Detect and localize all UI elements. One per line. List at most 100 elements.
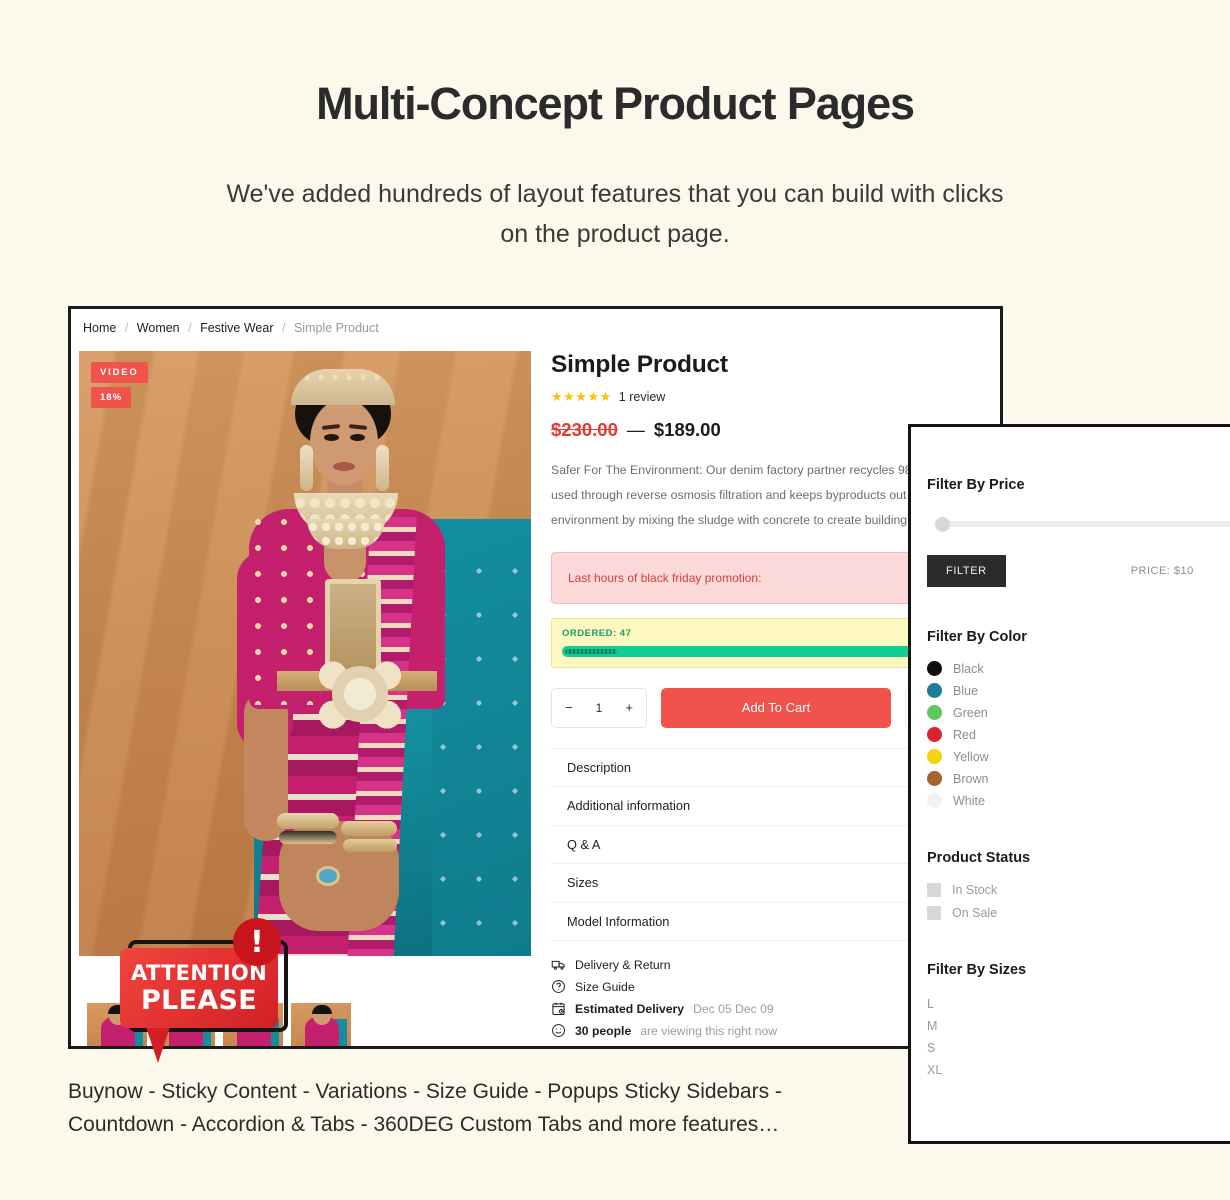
color-label: White <box>953 793 985 808</box>
filter-sizes-heading: Filter By Sizes <box>927 962 1027 978</box>
model-bangle <box>279 831 337 844</box>
price-dash: — <box>626 419 645 440</box>
estimated-delivery-value: Dec 05 Dec 09 <box>693 1001 774 1016</box>
color-swatch-icon <box>927 771 942 786</box>
add-to-cart-button[interactable]: Add To Cart <box>661 687 891 728</box>
price-sale: $189.00 <box>653 419 721 440</box>
price-filter-actions: FILTER PRICE: $10 <box>927 555 1230 587</box>
color-option-white[interactable]: White <box>927 793 1230 808</box>
model-earring-left <box>300 445 313 491</box>
color-swatch-icon <box>927 793 942 808</box>
checkbox-icon[interactable] <box>927 906 941 920</box>
star-rating-icon: ★★★★★ <box>551 389 612 404</box>
product-rating: ★★★★★ 1 review <box>551 389 996 405</box>
color-swatch-icon <box>927 661 942 676</box>
color-option-list: Black Blue Green Red Yellow Brown White <box>927 661 1230 808</box>
price-range-slider[interactable] <box>927 517 1230 532</box>
size-option-l[interactable]: L <box>927 994 1230 1016</box>
filter-status-section: Product Status In Stock On Sale <box>927 850 1230 920</box>
product-main-image[interactable]: VIDEO 18% <box>79 351 531 956</box>
color-option-red[interactable]: Red <box>927 727 1230 742</box>
color-swatch-icon <box>927 727 942 742</box>
question-circle-icon <box>551 979 566 994</box>
breadcrumb: Home / Women / Festive Wear / Simple Pro… <box>83 321 379 335</box>
color-option-black[interactable]: Black <box>927 661 1230 676</box>
breadcrumb-separator: / <box>188 321 192 335</box>
gallery-thumbnail[interactable] <box>291 1003 351 1046</box>
quantity-decrement-button[interactable]: − <box>565 700 573 715</box>
smiley-icon <box>551 1023 566 1038</box>
truck-icon <box>551 957 566 972</box>
model-bangle <box>277 813 339 829</box>
filter-color-heading: Filter By Color <box>927 629 1027 645</box>
stock-progress-fill <box>565 648 617 654</box>
color-option-brown[interactable]: Brown <box>927 771 1230 786</box>
sticker-tail <box>146 1027 170 1063</box>
status-label: On Sale <box>952 906 998 920</box>
estimated-delivery-label: Estimated Delivery <box>575 1001 685 1016</box>
price-range-label: PRICE: $10 <box>1130 565 1194 577</box>
breadcrumb-item-current: Simple Product <box>293 321 379 335</box>
model-bangle <box>341 821 397 836</box>
sticker-line-1: ATTENTION <box>131 960 267 985</box>
filter-button[interactable]: FILTER <box>927 555 1006 587</box>
page-root: Multi-Concept Product Pages We've added … <box>0 0 1230 1200</box>
quantity-value[interactable]: 1 <box>596 701 603 715</box>
quantity-increment-button[interactable]: + <box>625 700 633 715</box>
price-slider-handle[interactable] <box>935 517 950 532</box>
color-swatch-icon <box>927 749 942 764</box>
discount-badge: 18% <box>91 387 132 408</box>
color-swatch-icon <box>927 683 942 698</box>
color-swatch-icon <box>927 705 942 720</box>
color-label: Green <box>953 705 988 720</box>
breadcrumb-item-women[interactable]: Women <box>137 321 180 335</box>
filter-color-section: Filter By Color Black Blue Green Red Yel… <box>927 629 1230 808</box>
status-option-list: In Stock On Sale <box>927 883 1230 920</box>
model-bangle <box>343 839 397 852</box>
video-badge[interactable]: VIDEO <box>91 362 148 383</box>
viewers-count: 30 people <box>575 1023 632 1038</box>
calendar-clock-icon <box>551 1001 566 1016</box>
color-option-yellow[interactable]: Yellow <box>927 749 1230 764</box>
breadcrumb-item-home[interactable]: Home <box>83 321 116 335</box>
color-option-blue[interactable]: Blue <box>927 683 1230 698</box>
model-headpiece-jewelry <box>291 369 395 405</box>
model-earring-right <box>376 445 389 491</box>
status-option-in-stock[interactable]: In Stock <box>927 883 1230 897</box>
breadcrumb-separator: / <box>281 321 286 335</box>
breadcrumb-separator: / <box>124 321 129 335</box>
product-status-heading: Product Status <box>927 850 1031 866</box>
size-option-m[interactable]: M <box>927 1016 1230 1038</box>
product-gallery: VIDEO 18% <box>79 351 531 1046</box>
page-title: Multi-Concept Product Pages <box>316 78 915 129</box>
breadcrumb-item-festive-wear[interactable]: Festive Wear <box>200 321 273 335</box>
quantity-stepper[interactable]: − 1 + <box>551 687 647 728</box>
size-option-s[interactable]: S <box>927 1038 1230 1060</box>
model-floral-brooch <box>315 657 405 731</box>
review-count[interactable]: 1 review <box>619 390 666 404</box>
model-eye-right <box>350 434 365 441</box>
filter-price-heading: Filter By Price <box>927 477 1025 493</box>
ordered-count: ORDERED: 47 <box>562 627 632 639</box>
product-title: Simple Product <box>551 351 728 378</box>
viewers-text: are viewing this right now <box>640 1023 778 1038</box>
color-label: Yellow <box>953 749 989 764</box>
price-slider-track <box>937 521 1230 527</box>
color-label: Black <box>953 661 984 676</box>
checkbox-icon[interactable] <box>927 883 941 897</box>
status-option-on-sale[interactable]: On Sale <box>927 906 1230 920</box>
size-option-xl[interactable]: XL <box>927 1060 1230 1082</box>
model-ring <box>319 869 337 883</box>
thumb-hair <box>312 1005 332 1014</box>
size-option-list: L M S XL <box>927 994 1230 1082</box>
color-option-green[interactable]: Green <box>927 705 1230 720</box>
size-guide-label: Size Guide <box>575 979 635 994</box>
delivery-return-label: Delivery & Return <box>575 957 671 972</box>
product-page-card: Home / Women / Festive Wear / Simple Pro… <box>68 306 1003 1049</box>
filter-sidebar-panel: Filter By Price FILTER PRICE: $10 Filter… <box>908 424 1230 1144</box>
filter-sizes-section: Filter By Sizes L M S XL <box>927 962 1230 1082</box>
price-original: $230.00 <box>551 419 618 440</box>
sticker-line-2: PLEASE <box>140 984 258 1016</box>
model-eye-left <box>324 434 339 441</box>
page-subtitle: We've added hundreds of layout features … <box>226 180 1004 248</box>
